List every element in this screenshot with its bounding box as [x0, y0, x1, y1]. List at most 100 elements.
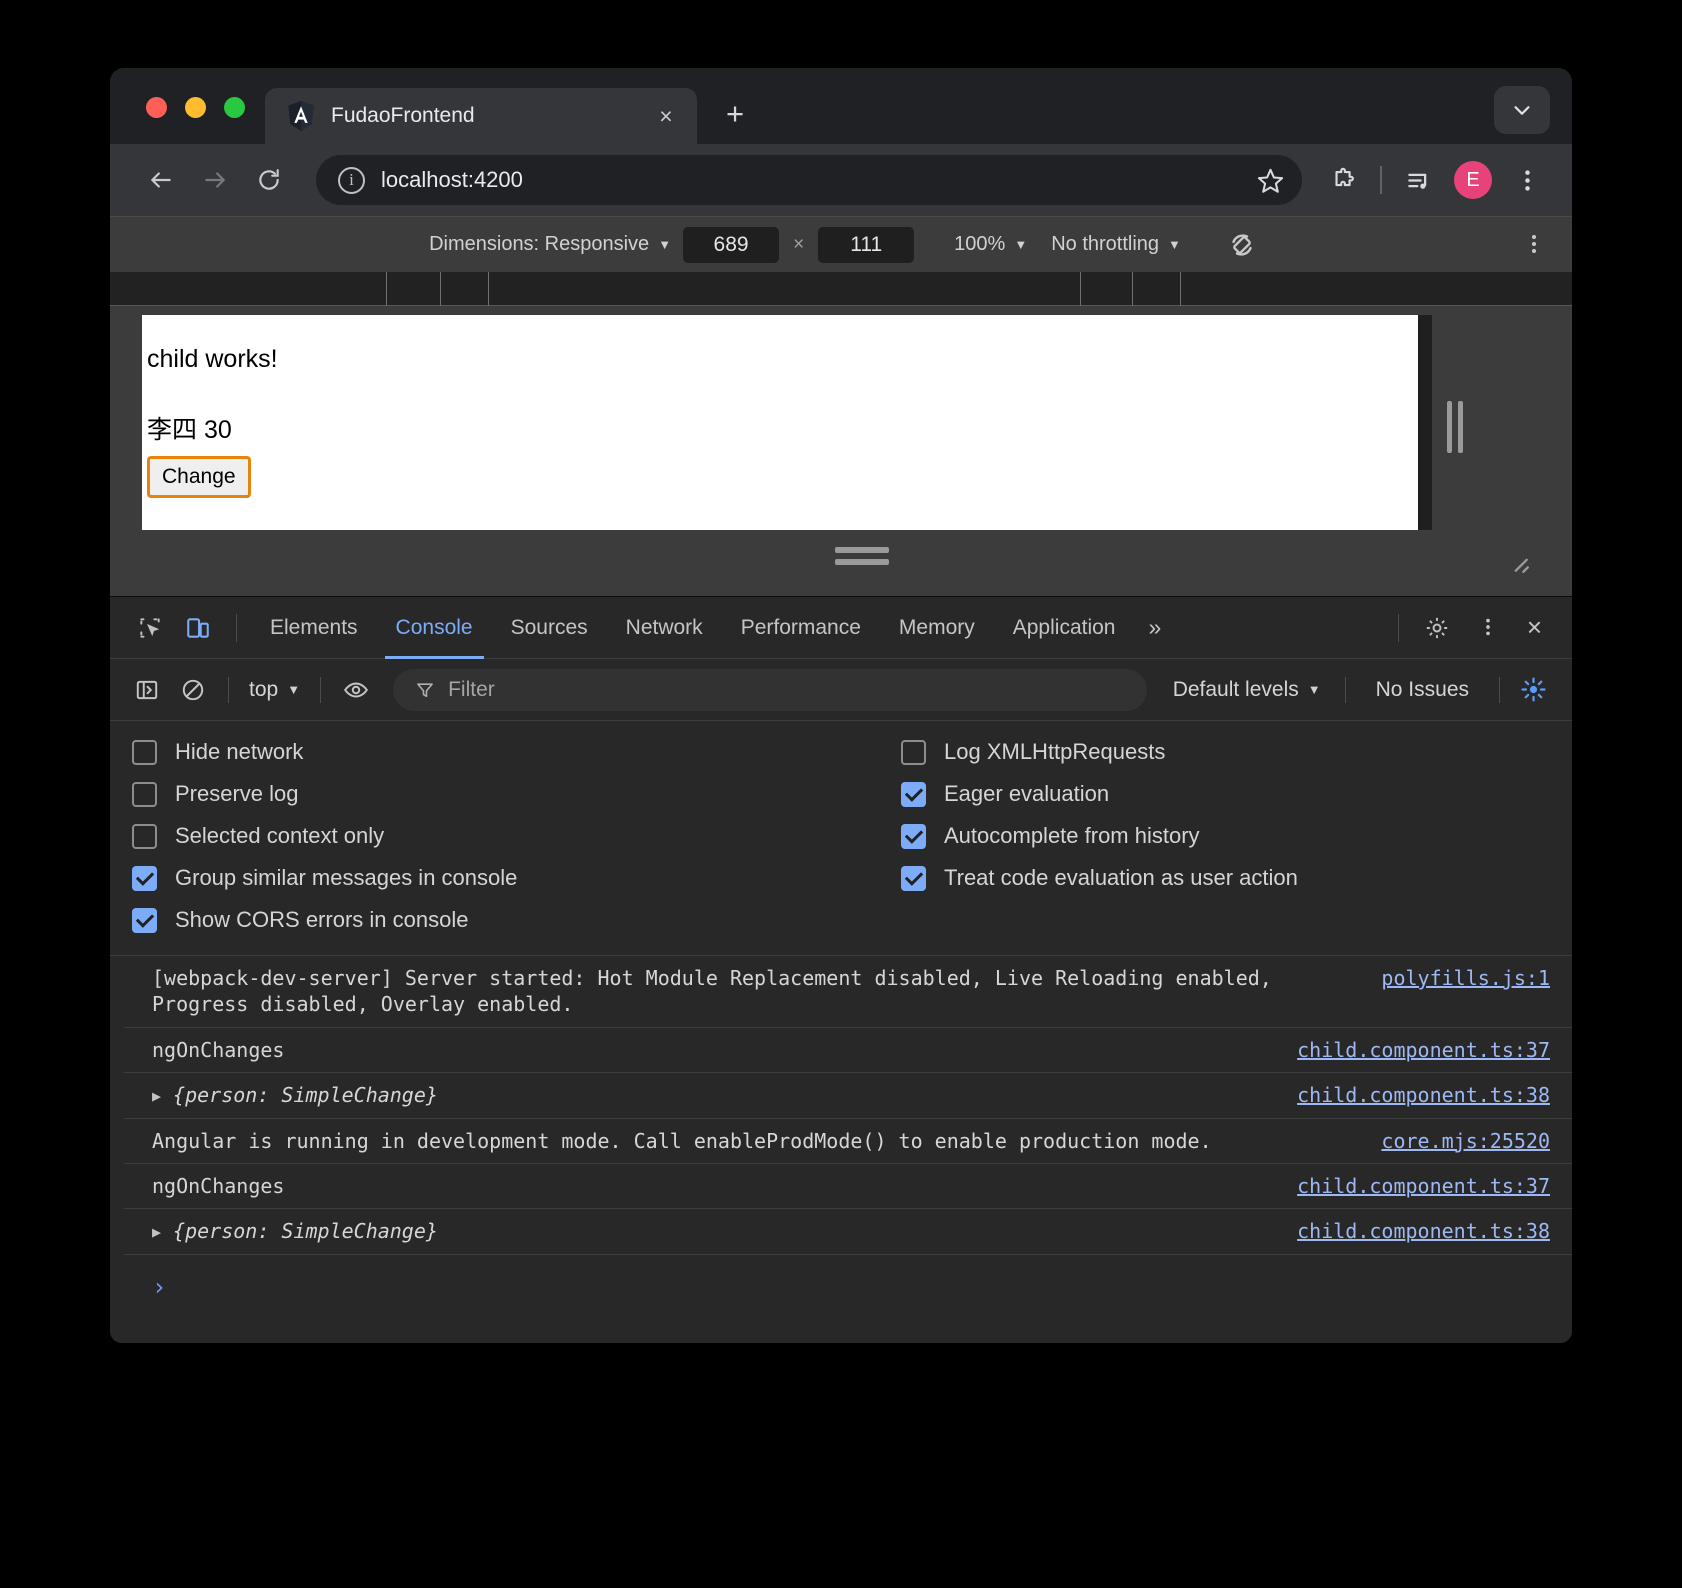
bookmark-button[interactable]	[1250, 160, 1290, 200]
tab-console[interactable]: Console	[377, 597, 492, 659]
inspect-element-button[interactable]	[126, 604, 174, 652]
console-settings-button[interactable]	[1512, 669, 1554, 711]
console-output[interactable]: [webpack-dev-server] Server started: Hot…	[110, 956, 1572, 1343]
tab-label: Application	[1012, 615, 1116, 639]
device-toolbar-menu[interactable]	[1522, 232, 1546, 257]
checkbox[interactable]	[901, 865, 926, 891]
setting-label: Hide network	[175, 739, 304, 764]
address-bar[interactable]: i localhost:4200	[316, 155, 1302, 205]
setting-preserve-log[interactable]: Preserve log	[132, 781, 841, 807]
media-control-button[interactable]	[1396, 157, 1442, 203]
chevron-down-icon	[1514, 106, 1530, 115]
browser-menu-button[interactable]	[1504, 157, 1550, 203]
page-viewport: child works! 李四 30 Change	[142, 315, 1432, 530]
message-source-link[interactable]: child.component.ts:37	[1297, 1173, 1550, 1199]
checkbox[interactable]	[901, 823, 926, 849]
tab-network[interactable]: Network	[607, 597, 722, 659]
expand-triangle-icon[interactable]: ▶	[152, 1223, 161, 1243]
tab-strip: FudaoFrontend × +	[110, 68, 1572, 144]
site-info-icon[interactable]: i	[338, 166, 365, 194]
message-source-link[interactable]: polyfills.js:1	[1381, 965, 1550, 991]
message-source-link[interactable]: child.component.ts:38	[1297, 1218, 1550, 1244]
more-tabs-button[interactable]: »	[1134, 614, 1175, 641]
viewport-width-input[interactable]: 689	[683, 226, 780, 263]
setting-hide-network[interactable]: Hide network	[132, 739, 841, 765]
tab-search-button[interactable]	[1494, 86, 1550, 134]
viewport-width-handle[interactable]	[1444, 401, 1466, 453]
devtools-settings-button[interactable]	[1413, 604, 1461, 652]
clear-console-button[interactable]	[170, 667, 216, 713]
checkbox[interactable]	[132, 739, 157, 765]
viewport-ruler	[110, 272, 1572, 306]
checkbox[interactable]	[132, 823, 157, 849]
levels-label: Default levels	[1172, 677, 1299, 701]
toggle-device-toolbar-button[interactable]	[174, 604, 222, 652]
checkbox[interactable]	[901, 781, 926, 807]
tab-memory[interactable]: Memory	[880, 597, 994, 659]
tab-performance[interactable]: Performance	[722, 597, 880, 659]
checkbox[interactable]	[132, 781, 157, 807]
filterbar-divider	[1344, 676, 1346, 703]
tab-label: Memory	[898, 615, 975, 639]
kebab-menu-icon	[1532, 234, 1536, 253]
zoom-selector[interactable]: 100% ▼	[942, 233, 1039, 256]
rotate-device-button[interactable]	[1219, 222, 1265, 268]
setting-group-similar-messages[interactable]: Group similar messages in console	[132, 865, 841, 891]
devtools-menu-button[interactable]	[1461, 616, 1515, 640]
close-window-button[interactable]	[146, 97, 167, 118]
setting-autocomplete-history[interactable]: Autocomplete from history	[901, 823, 1572, 849]
back-button[interactable]	[136, 155, 186, 205]
checkbox[interactable]	[901, 739, 926, 765]
expand-triangle-icon[interactable]: ▶	[152, 1087, 161, 1107]
console-message: ▶ {person: SimpleChange} child.component…	[124, 1209, 1572, 1255]
forward-button[interactable]	[190, 155, 240, 205]
eye-icon	[344, 682, 369, 697]
console-prompt[interactable]: ›	[124, 1255, 1572, 1301]
maximize-window-button[interactable]	[224, 97, 245, 118]
setting-log-xhr[interactable]: Log XMLHttpRequests	[901, 739, 1572, 765]
reload-button[interactable]	[244, 155, 294, 205]
new-tab-button[interactable]: +	[711, 90, 759, 138]
issues-counter[interactable]: No Issues	[1358, 678, 1487, 702]
filter-icon	[417, 682, 433, 697]
setting-show-cors-errors[interactable]: Show CORS errors in console	[132, 907, 841, 933]
execution-context-selector[interactable]: top ▼	[241, 678, 308, 702]
close-devtools-button[interactable]: ×	[1515, 612, 1554, 643]
setting-eager-evaluation[interactable]: Eager evaluation	[901, 781, 1572, 807]
context-label: top	[249, 677, 279, 701]
log-levels-selector[interactable]: Default levels ▼	[1161, 678, 1333, 702]
minimize-window-button[interactable]	[185, 97, 206, 118]
throttling-selector[interactable]: No throttling ▼	[1039, 233, 1193, 256]
filterbar-divider	[1499, 676, 1500, 703]
extensions-button[interactable]	[1320, 157, 1366, 203]
profile-avatar[interactable]: E	[1454, 161, 1492, 199]
browser-tab[interactable]: FudaoFrontend ×	[265, 88, 697, 144]
message-source-link[interactable]: child.component.ts:37	[1297, 1037, 1550, 1063]
setting-label: Selected context only	[175, 823, 385, 848]
viewport-corner-handle[interactable]	[1505, 549, 1531, 580]
checkbox[interactable]	[132, 907, 157, 933]
checkbox[interactable]	[132, 865, 157, 891]
message-source-link[interactable]: child.component.ts:38	[1297, 1082, 1550, 1108]
viewport-height-handle[interactable]	[835, 547, 889, 565]
device-preset-label: Dimensions: Responsive	[429, 233, 650, 255]
setting-selected-context-only[interactable]: Selected context only	[132, 823, 841, 849]
tab-elements[interactable]: Elements	[251, 597, 377, 659]
page-scrollbar[interactable]	[1418, 315, 1432, 530]
message-source-link[interactable]: core.mjs:25520	[1381, 1128, 1550, 1154]
console-filter-input[interactable]: Filter	[393, 668, 1147, 711]
zoom-label: 100%	[954, 233, 1006, 255]
live-expression-button[interactable]	[333, 667, 379, 713]
change-button[interactable]: Change	[147, 456, 251, 498]
tab-application[interactable]: Application	[994, 597, 1135, 659]
console-message: [webpack-dev-server] Server started: Hot…	[124, 956, 1572, 1028]
viewport-height-input[interactable]: 111	[818, 226, 915, 263]
star-icon	[1257, 168, 1283, 193]
close-tab-button[interactable]: ×	[651, 101, 681, 131]
setting-treat-code-eval-user-action[interactable]: Treat code evaluation as user action	[901, 865, 1572, 891]
angular-logo-icon	[287, 101, 315, 131]
tab-sources[interactable]: Sources	[492, 597, 607, 659]
setting-label: Show CORS errors in console	[175, 907, 469, 932]
device-preset-selector[interactable]: Dimensions: Responsive ▼	[417, 233, 683, 256]
console-sidebar-toggle[interactable]	[124, 667, 170, 713]
